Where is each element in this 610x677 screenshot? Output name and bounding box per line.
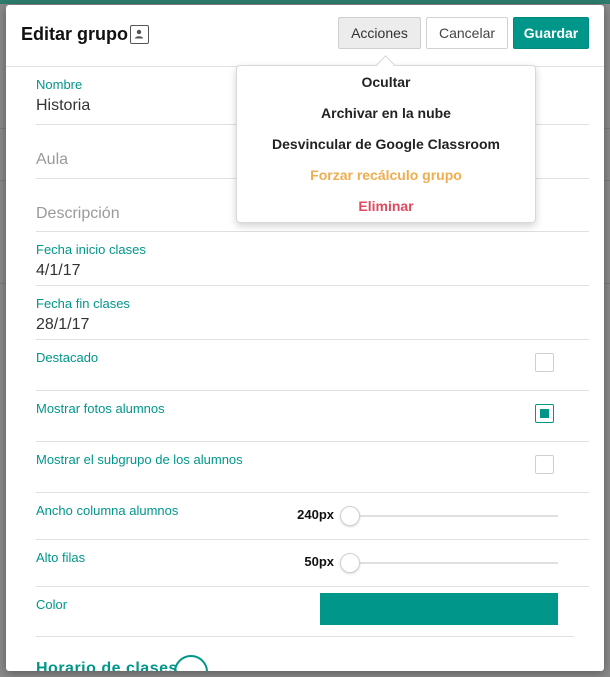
ancho-columna-row: Ancho columna alumnos 240px xyxy=(36,493,589,540)
mostrar-fotos-row: Mostrar fotos alumnos xyxy=(36,391,589,442)
mostrar-fotos-label: Mostrar fotos alumnos xyxy=(36,401,165,416)
aula-placeholder[interactable]: Aula xyxy=(36,151,68,169)
fecha-fin-value[interactable]: 28/1/17 xyxy=(36,316,89,334)
fecha-fin-label: Fecha fin clases xyxy=(36,296,130,311)
mostrar-fotos-checkbox[interactable] xyxy=(535,404,554,423)
fecha-fin-field[interactable]: Fecha fin clases 28/1/17 xyxy=(36,286,589,340)
ancho-columna-value: 240px xyxy=(297,507,334,522)
nombre-label: Nombre xyxy=(36,77,83,92)
globe-icon[interactable] xyxy=(174,655,208,671)
destacado-row: Destacado xyxy=(36,340,589,391)
menu-item-forzar-recalculo[interactable]: Forzar recálculo grupo xyxy=(237,167,535,183)
destacado-label: Destacado xyxy=(36,350,99,365)
contact-card-icon[interactable] xyxy=(130,25,149,44)
alto-filas-slider-track[interactable] xyxy=(340,562,558,564)
cancel-button[interactable]: Cancelar xyxy=(426,17,508,49)
nombre-value[interactable]: Historia xyxy=(36,97,90,115)
alto-filas-row: Alto filas 50px xyxy=(36,540,589,587)
color-label: Color xyxy=(36,597,68,612)
edit-group-modal: Editar grupo Acciones Cancelar Guardar N… xyxy=(6,5,604,671)
mostrar-subgrupo-label: Mostrar el subgrupo de los alumnos xyxy=(36,452,243,467)
alto-filas-slider-thumb[interactable] xyxy=(340,553,360,573)
mostrar-subgrupo-checkbox[interactable] xyxy=(535,455,554,474)
menu-item-ocultar[interactable]: Ocultar xyxy=(237,74,535,90)
fecha-inicio-field[interactable]: Fecha inicio clases 4/1/17 xyxy=(36,232,589,286)
menu-item-eliminar[interactable]: Eliminar xyxy=(237,198,535,214)
background-top-strip xyxy=(0,0,610,4)
fecha-inicio-label: Fecha inicio clases xyxy=(36,242,146,257)
menu-item-desvincular[interactable]: Desvincular de Google Classroom xyxy=(237,136,535,152)
color-row: Color xyxy=(36,587,574,637)
destacado-checkbox[interactable] xyxy=(535,353,554,372)
menu-item-archivar[interactable]: Archivar en la nube xyxy=(237,105,535,121)
modal-title: Editar grupo xyxy=(21,24,128,44)
alto-filas-label: Alto filas xyxy=(36,550,86,565)
descripcion-placeholder[interactable]: Descripción xyxy=(36,205,120,223)
alto-filas-value: 50px xyxy=(304,554,334,569)
save-button[interactable]: Guardar xyxy=(513,17,589,49)
ancho-columna-label: Ancho columna alumnos xyxy=(36,503,179,518)
ancho-columna-slider-thumb[interactable] xyxy=(340,506,360,526)
ancho-columna-slider-track[interactable] xyxy=(340,515,558,517)
acciones-dropdown-menu: Ocultar Archivar en la nube Desvincular … xyxy=(236,65,536,223)
acciones-button[interactable]: Acciones xyxy=(338,17,421,49)
color-swatch[interactable] xyxy=(320,593,558,625)
horario-section-heading: Horario de clases xyxy=(36,660,178,671)
mostrar-subgrupo-row: Mostrar el subgrupo de los alumnos xyxy=(36,442,589,493)
fecha-inicio-value[interactable]: 4/1/17 xyxy=(36,262,80,280)
modal-header: Editar grupo Acciones Cancelar Guardar xyxy=(6,5,604,67)
